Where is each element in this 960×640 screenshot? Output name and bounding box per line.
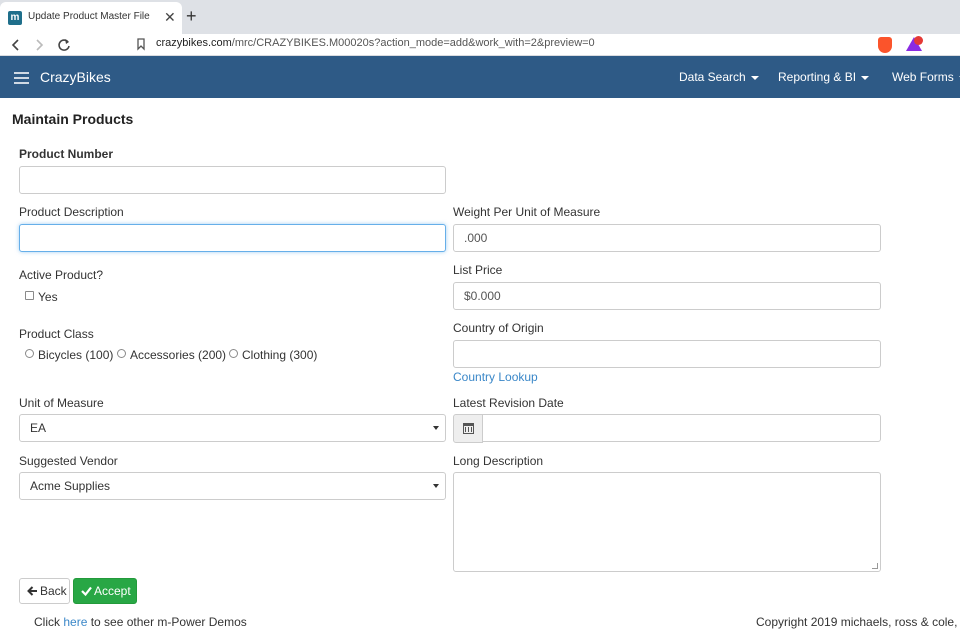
footer-text-before: Click: [34, 615, 64, 629]
menu-data-search[interactable]: Data Search: [679, 70, 759, 84]
brand-name[interactable]: CrazyBikes: [40, 69, 111, 85]
notification-badge: [914, 36, 923, 45]
url-field[interactable]: crazybikes.com/mrc/CRAZYBIKES.M00020s?ac…: [156, 37, 595, 49]
country-of-origin-input[interactable]: [453, 340, 881, 368]
unit-of-measure-select[interactable]: EA: [19, 414, 446, 442]
select-caret-icon: [433, 426, 439, 430]
caret-down-icon: [750, 75, 759, 80]
menu-label: Data Search: [679, 70, 746, 84]
footer-text-after: to see other m-Power Demos: [87, 615, 247, 629]
select-caret-icon: [433, 484, 439, 488]
bookmark-icon[interactable]: [136, 36, 146, 55]
menu-label: Web Forms: [892, 70, 954, 84]
calendar-button[interactable]: [453, 414, 483, 443]
browser-tab-bar: m Update Product Master File ✕ +: [0, 0, 960, 34]
footer-demo-text: Click here to see other m-Power Demos: [34, 615, 247, 629]
brave-shield-icon[interactable]: [878, 37, 892, 53]
menu-reporting-bi[interactable]: Reporting & BI: [778, 70, 870, 84]
app-navbar: CrazyBikes Data Search Reporting & BI We…: [0, 56, 960, 98]
back-button-label: Back: [40, 584, 67, 598]
caret-down-icon: [861, 75, 870, 80]
unit-of-measure-value: EA: [30, 421, 47, 435]
active-product-checkbox[interactable]: [25, 291, 34, 300]
menu-label: Reporting & BI: [778, 70, 857, 84]
address-bar: crazybikes.com/mrc/CRAZYBIKES.M00020s?ac…: [0, 34, 960, 56]
url-host: crazybikes.com: [156, 37, 232, 49]
m-power-favicon-icon: m: [8, 11, 22, 25]
accept-button-label: Accept: [94, 584, 131, 598]
weight-label: Weight Per Unit of Measure: [453, 205, 601, 219]
radio-accessories-label: Accessories (200): [130, 348, 227, 362]
country-of-origin-label: Country of Origin: [453, 321, 544, 335]
copyright-text: Copyright 2019 michaels, ross & cole, lt: [756, 615, 960, 629]
long-description-textarea[interactable]: [453, 472, 881, 572]
check-icon: [81, 579, 92, 611]
long-description-label: Long Description: [453, 454, 544, 468]
product-description-label: Product Description: [19, 205, 124, 219]
suggested-vendor-value: Acme Supplies: [30, 479, 111, 493]
footer-here-link[interactable]: here: [63, 615, 87, 629]
radio-bicycles-label: Bicycles (100): [38, 348, 114, 362]
url-path: /mrc/CRAZYBIKES.M00020s?action_mode=add&…: [231, 37, 595, 49]
accept-button[interactable]: Accept: [73, 578, 137, 604]
active-product-label: Active Product?: [19, 268, 104, 282]
resize-grip-icon[interactable]: [872, 563, 878, 569]
suggested-vendor-select[interactable]: Acme Supplies: [19, 472, 446, 500]
list-price-input[interactable]: $0.000: [453, 282, 881, 310]
forward-icon[interactable]: [33, 36, 45, 58]
back-icon[interactable]: [10, 36, 22, 58]
list-price-label: List Price: [453, 263, 503, 277]
active-product-yes-label: Yes: [38, 290, 58, 304]
product-number-label: Product Number: [19, 147, 114, 161]
arrow-left-icon: [27, 579, 38, 611]
page-title: Maintain Products: [12, 111, 134, 127]
calendar-icon: [463, 423, 474, 434]
radio-clothing[interactable]: [229, 349, 238, 358]
back-button[interactable]: Back: [19, 578, 70, 604]
country-lookup-link[interactable]: Country Lookup: [453, 370, 538, 384]
new-tab-icon[interactable]: +: [186, 6, 197, 26]
menu-web-forms[interactable]: Web Forms: [892, 70, 960, 84]
latest-revision-date-input[interactable]: [482, 414, 881, 442]
reload-icon[interactable]: [57, 36, 71, 58]
radio-accessories[interactable]: [117, 349, 126, 358]
product-description-input[interactable]: [19, 224, 446, 252]
radio-clothing-label: Clothing (300): [242, 348, 318, 362]
product-class-label: Product Class: [19, 327, 94, 341]
browser-tab[interactable]: m Update Product Master File ✕: [0, 2, 182, 34]
weight-input[interactable]: .000: [453, 224, 881, 252]
unit-of-measure-label: Unit of Measure: [19, 396, 104, 410]
tab-title: Update Product Master File: [28, 11, 150, 22]
hamburger-menu-icon[interactable]: [14, 72, 29, 84]
latest-revision-date-label: Latest Revision Date: [453, 396, 564, 410]
close-tab-icon[interactable]: ✕: [164, 9, 176, 25]
product-number-input[interactable]: [19, 166, 446, 194]
suggested-vendor-label: Suggested Vendor: [19, 454, 118, 468]
radio-bicycles[interactable]: [25, 349, 34, 358]
